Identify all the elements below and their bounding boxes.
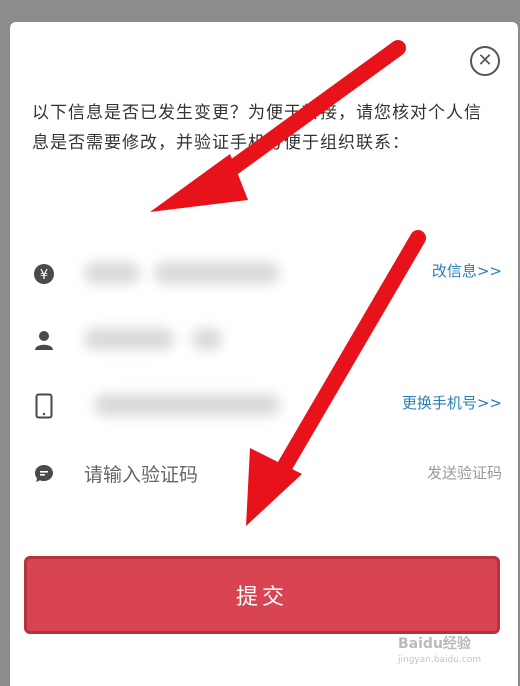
change-phone-link[interactable]: 更换手机号>> xyxy=(402,392,502,413)
blurred-value xyxy=(84,262,140,284)
phone-row: 更换手机号>> xyxy=(32,380,502,436)
blurred-name xyxy=(84,328,174,350)
edit-info-link[interactable]: 改信息>> xyxy=(432,260,502,281)
send-code-button[interactable]: 发送验证码 xyxy=(427,462,502,483)
person-icon xyxy=(32,328,56,352)
blurred-value xyxy=(154,262,280,284)
yen-icon: ¥ xyxy=(32,262,56,286)
blurred-name xyxy=(192,328,222,350)
name-row xyxy=(32,314,502,370)
baidu-watermark: Baidu经验 jingyan.baidu.com xyxy=(398,636,482,665)
close-icon: ✕ xyxy=(477,50,493,71)
chat-icon xyxy=(32,462,56,486)
svg-text:¥: ¥ xyxy=(40,268,48,283)
info-row: ¥ 改信息>> xyxy=(32,248,502,304)
phone-icon xyxy=(32,393,56,419)
submit-button[interactable]: 提交 xyxy=(24,556,500,634)
blurred-phone xyxy=(94,394,280,416)
intro-text: 以下信息是否已发生变更？为便于转接，请您核对个人信息是否需要修改，并验证手机号便… xyxy=(32,103,482,153)
close-button[interactable]: ✕ xyxy=(470,46,500,76)
verification-code-input[interactable] xyxy=(82,456,336,494)
code-row: 发送验证码 xyxy=(32,448,502,504)
